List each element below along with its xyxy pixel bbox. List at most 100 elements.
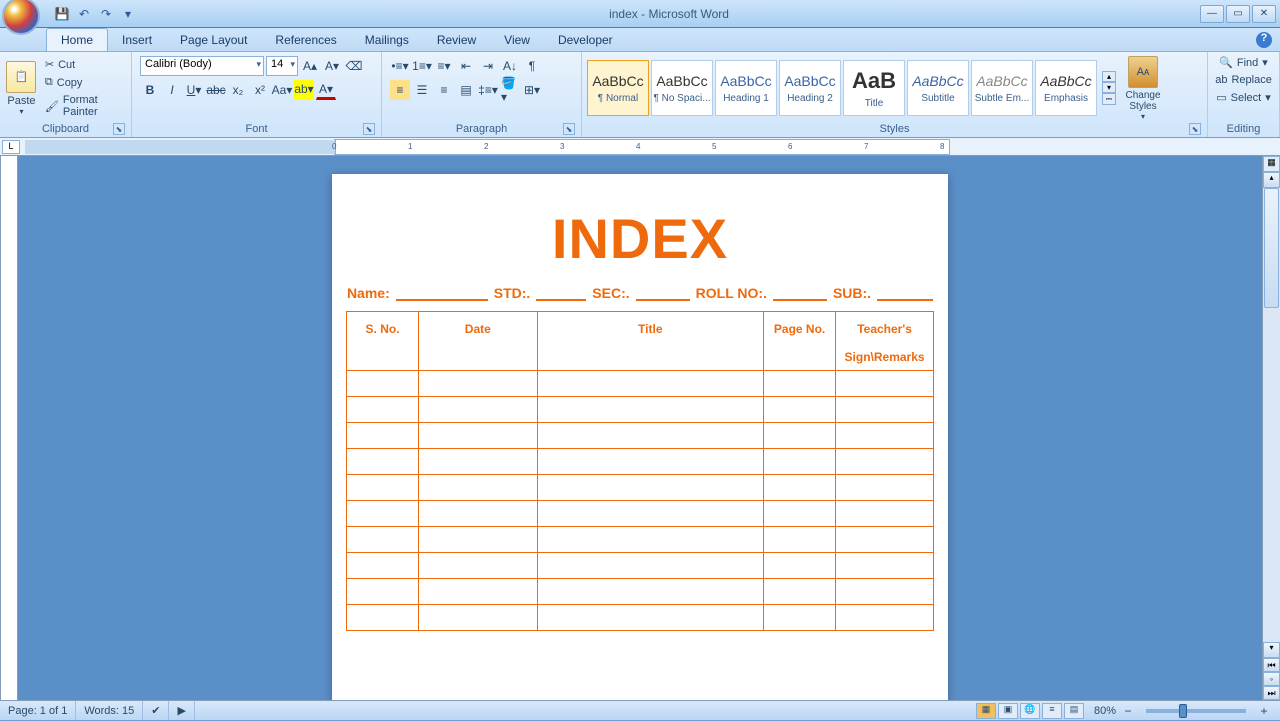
- superscript-button[interactable]: x²: [250, 80, 270, 100]
- table-cell[interactable]: [764, 579, 836, 605]
- table-cell[interactable]: [347, 579, 419, 605]
- table-cell[interactable]: [537, 579, 764, 605]
- table-cell[interactable]: [537, 553, 764, 579]
- style-emphasis[interactable]: AaBbCcEmphasis: [1035, 60, 1097, 116]
- table-cell[interactable]: [764, 501, 836, 527]
- paragraph-launcher[interactable]: ⬊: [563, 123, 575, 135]
- italic-button[interactable]: I: [162, 80, 182, 100]
- style-heading-2[interactable]: AaBbCcHeading 2: [779, 60, 841, 116]
- table-cell[interactable]: [347, 605, 419, 631]
- table-cell[interactable]: [836, 501, 934, 527]
- maximize-button[interactable]: ▭: [1226, 5, 1250, 23]
- cut-button[interactable]: ✂Cut: [41, 56, 127, 73]
- replace-button[interactable]: abReplace: [1211, 72, 1276, 88]
- table-row[interactable]: [347, 501, 934, 527]
- tab-review[interactable]: Review: [423, 29, 490, 51]
- table-cell[interactable]: [836, 423, 934, 449]
- table-cell[interactable]: [836, 371, 934, 397]
- qat-customize[interactable]: ▾: [118, 4, 138, 24]
- redo-button[interactable]: ↷: [96, 4, 116, 24]
- outline-view[interactable]: ≡: [1042, 703, 1062, 719]
- table-cell[interactable]: [836, 579, 934, 605]
- field-blank[interactable]: [396, 285, 488, 301]
- table-cell[interactable]: [537, 371, 764, 397]
- numbering-button[interactable]: 1≡▾: [412, 56, 432, 76]
- font-color-button[interactable]: A▾: [316, 80, 336, 100]
- subscript-button[interactable]: x₂: [228, 80, 248, 100]
- table-row[interactable]: [347, 423, 934, 449]
- table-cell[interactable]: [764, 397, 836, 423]
- shrink-font-button[interactable]: A▾: [322, 56, 342, 76]
- scroll-up-button[interactable]: ▴: [1263, 172, 1280, 188]
- proofing-status[interactable]: ✔: [143, 701, 169, 720]
- inc-indent-button[interactable]: ⇥: [478, 56, 498, 76]
- style-more[interactable]: ⎓: [1102, 93, 1116, 105]
- tab-mailings[interactable]: Mailings: [351, 29, 423, 51]
- table-header[interactable]: Page No.: [764, 312, 836, 371]
- align-center-button[interactable]: ☰: [412, 80, 432, 100]
- vertical-ruler[interactable]: [0, 156, 18, 700]
- tab-home[interactable]: Home: [46, 28, 108, 51]
- zoom-out-button[interactable]: −: [1118, 701, 1138, 721]
- borders-button[interactable]: ⊞▾: [522, 80, 542, 100]
- field-label[interactable]: SEC:.: [592, 285, 629, 301]
- field-label[interactable]: SUB:.: [833, 285, 871, 301]
- table-cell[interactable]: [764, 371, 836, 397]
- font-family-combo[interactable]: Calibri (Body): [140, 56, 264, 76]
- align-right-button[interactable]: ≡: [434, 80, 454, 100]
- table-cell[interactable]: [347, 527, 419, 553]
- table-cell[interactable]: [537, 475, 764, 501]
- zoom-level[interactable]: 80%: [1094, 705, 1116, 717]
- multilevel-button[interactable]: ≡▾: [434, 56, 454, 76]
- field-blank[interactable]: [773, 285, 827, 301]
- find-button[interactable]: 🔍Find ▾: [1215, 54, 1272, 71]
- field-label[interactable]: ROLL NO:.: [696, 285, 767, 301]
- index-table[interactable]: S. No.DateTitlePage No.Teacher'sSign\Rem…: [346, 311, 934, 631]
- table-row[interactable]: [347, 475, 934, 501]
- scroll-down-button[interactable]: ▾: [1263, 642, 1280, 658]
- table-cell[interactable]: [836, 475, 934, 501]
- table-cell[interactable]: [347, 449, 419, 475]
- bullets-button[interactable]: •≡▾: [390, 56, 410, 76]
- justify-button[interactable]: ▤: [456, 80, 476, 100]
- style-subtle-em-[interactable]: AaBbCcSubtle Em...: [971, 60, 1033, 116]
- table-header[interactable]: Date: [419, 312, 537, 371]
- style-title[interactable]: AaBTitle: [843, 60, 905, 116]
- field-label[interactable]: STD:.: [494, 285, 531, 301]
- document-page[interactable]: INDEX Name:STD:.SEC:.ROLL NO:.SUB:. S. N…: [332, 174, 948, 700]
- change-case-button[interactable]: Aa▾: [272, 80, 292, 100]
- table-cell[interactable]: [764, 475, 836, 501]
- zoom-in-button[interactable]: +: [1254, 701, 1274, 721]
- select-button[interactable]: ▭Select ▾: [1212, 89, 1275, 106]
- browse-select-button[interactable]: ◦: [1263, 672, 1280, 686]
- tab-page-layout[interactable]: Page Layout: [166, 29, 261, 51]
- table-cell[interactable]: [419, 501, 537, 527]
- table-cell[interactable]: [836, 605, 934, 631]
- format-painter-button[interactable]: 🖌Format Painter: [41, 92, 127, 120]
- table-cell[interactable]: [419, 605, 537, 631]
- bold-button[interactable]: B: [140, 80, 160, 100]
- style-gallery[interactable]: AaBbCc¶ NormalAaBbCc¶ No Spaci...AaBbCcH…: [586, 59, 1098, 117]
- table-cell[interactable]: [836, 397, 934, 423]
- show-marks-button[interactable]: ¶: [522, 56, 542, 76]
- table-cell[interactable]: [419, 449, 537, 475]
- clear-formatting-button[interactable]: ⌫: [344, 56, 364, 76]
- field-label[interactable]: Name:: [347, 285, 390, 301]
- line-spacing-button[interactable]: ‡≡▾: [478, 80, 498, 100]
- tab-view[interactable]: View: [490, 29, 544, 51]
- table-row[interactable]: [347, 397, 934, 423]
- doc-fields-row[interactable]: Name: STD:. SEC:. ROLL NO:. SUB:.: [346, 285, 934, 301]
- table-cell[interactable]: [347, 553, 419, 579]
- full-screen-view[interactable]: ▣: [998, 703, 1018, 719]
- table-cell[interactable]: [347, 371, 419, 397]
- shading-button[interactable]: 🪣▾: [500, 80, 520, 100]
- underline-button[interactable]: U▾: [184, 80, 204, 100]
- clipboard-launcher[interactable]: ⬊: [113, 123, 125, 135]
- field-blank[interactable]: [636, 285, 690, 301]
- tab-selector[interactable]: L: [2, 140, 20, 154]
- table-cell[interactable]: [537, 501, 764, 527]
- draft-view[interactable]: ▤: [1064, 703, 1084, 719]
- table-cell[interactable]: [537, 527, 764, 553]
- change-styles-button[interactable]: Aᴀ Change Styles ▾: [1118, 55, 1168, 121]
- table-row[interactable]: [347, 527, 934, 553]
